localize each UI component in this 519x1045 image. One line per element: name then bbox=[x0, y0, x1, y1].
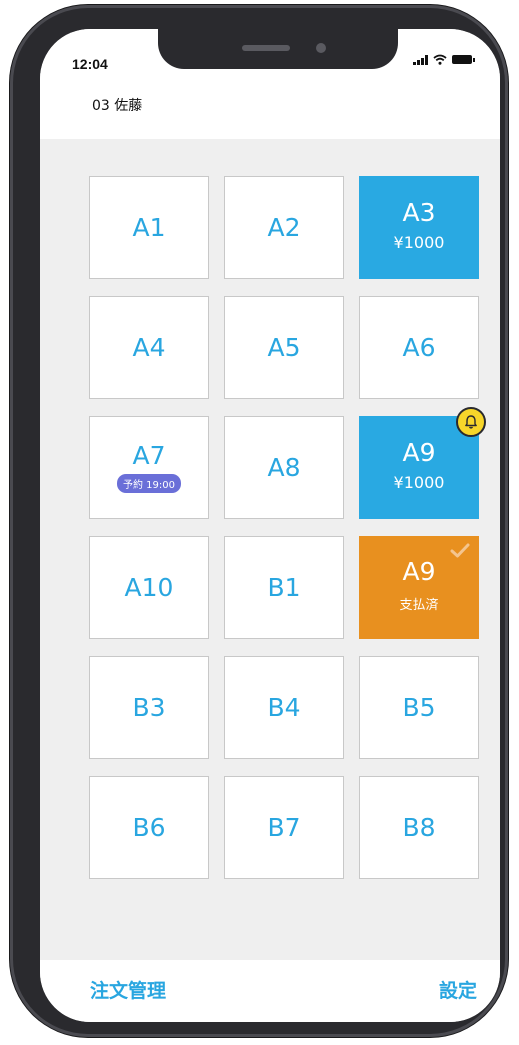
table-label: A1 bbox=[132, 213, 166, 242]
table-tile-a2[interactable]: A2 bbox=[224, 176, 344, 279]
bell-icon[interactable] bbox=[456, 407, 486, 437]
table-label: A3 bbox=[402, 197, 436, 227]
table-label: B5 bbox=[402, 693, 436, 722]
table-label: A5 bbox=[267, 333, 301, 362]
table-label: B1 bbox=[267, 573, 301, 602]
reservation-badge: 予約 19:00 bbox=[117, 473, 181, 493]
table-tile-paid[interactable]: A9 支払済 bbox=[359, 536, 479, 639]
order-management-link[interactable]: 注文管理 bbox=[90, 976, 166, 1003]
table-label: A2 bbox=[267, 213, 301, 242]
battery-icon bbox=[452, 55, 475, 64]
table-amount: ¥1000 bbox=[393, 472, 445, 492]
table-label: A9 bbox=[402, 437, 436, 467]
table-label: A7 bbox=[132, 440, 166, 470]
table-tile-a7[interactable]: A7 予約 19:00 bbox=[89, 416, 209, 519]
check-icon bbox=[450, 543, 470, 558]
table-label: B3 bbox=[132, 693, 166, 722]
table-label: B7 bbox=[267, 813, 301, 842]
mute-switch bbox=[15, 150, 22, 190]
table-tile-a3[interactable]: A3 ¥1000 bbox=[359, 176, 479, 279]
bottom-nav: 注文管理 設定 bbox=[40, 960, 500, 1022]
table-amount: ¥1000 bbox=[393, 232, 445, 252]
table-label: A4 bbox=[132, 333, 166, 362]
paid-status: 支払済 bbox=[399, 597, 439, 613]
status-icons bbox=[413, 54, 475, 65]
wifi-icon bbox=[433, 54, 447, 65]
phone-frame: 12:04 03 佐藤 A1 A2 A3 ¥1000 A4 A5 A6 A7 予… bbox=[10, 5, 508, 1037]
table-tile-a9[interactable]: A9 ¥1000 bbox=[359, 407, 486, 519]
volume-up-button bbox=[15, 225, 22, 300]
table-tile-b4[interactable]: B4 bbox=[224, 656, 344, 759]
user-name: 03 佐藤 bbox=[92, 98, 143, 114]
table-tile-a4[interactable]: A4 bbox=[89, 296, 209, 399]
table-tile-a8[interactable]: A8 bbox=[224, 416, 344, 519]
volume-down-button bbox=[15, 323, 22, 398]
table-tile-a6[interactable]: A6 bbox=[359, 296, 479, 399]
table-label: A8 bbox=[267, 453, 301, 482]
table-label: B8 bbox=[402, 813, 436, 842]
status-time: 12:04 bbox=[72, 56, 108, 72]
table-label: A6 bbox=[402, 333, 436, 362]
table-label: A10 bbox=[124, 573, 174, 602]
table-tile-b6[interactable]: B6 bbox=[89, 776, 209, 879]
notch bbox=[158, 29, 398, 69]
speaker bbox=[242, 45, 290, 51]
table-tile-b5[interactable]: B5 bbox=[359, 656, 479, 759]
signal-icon bbox=[413, 54, 428, 65]
table-label: A9 bbox=[402, 556, 436, 586]
table-label: B4 bbox=[267, 693, 301, 722]
table-tile-b3[interactable]: B3 bbox=[89, 656, 209, 759]
header-area: 12:04 03 佐藤 bbox=[40, 29, 500, 139]
table-label: B6 bbox=[132, 813, 166, 842]
table-grid: A1 A2 A3 ¥1000 A4 A5 A6 A7 予約 19:00 A8 A… bbox=[89, 176, 486, 879]
screen: 12:04 03 佐藤 A1 A2 A3 ¥1000 A4 A5 A6 A7 予… bbox=[40, 29, 500, 1022]
camera bbox=[316, 43, 326, 53]
table-tile-a10[interactable]: A10 bbox=[89, 536, 209, 639]
table-tile-b8[interactable]: B8 bbox=[359, 776, 479, 879]
table-tile-a1[interactable]: A1 bbox=[89, 176, 209, 279]
table-tile-b1[interactable]: B1 bbox=[224, 536, 344, 639]
table-tile-b7[interactable]: B7 bbox=[224, 776, 344, 879]
settings-link[interactable]: 設定 bbox=[439, 976, 477, 1003]
table-tile-a5[interactable]: A5 bbox=[224, 296, 344, 399]
